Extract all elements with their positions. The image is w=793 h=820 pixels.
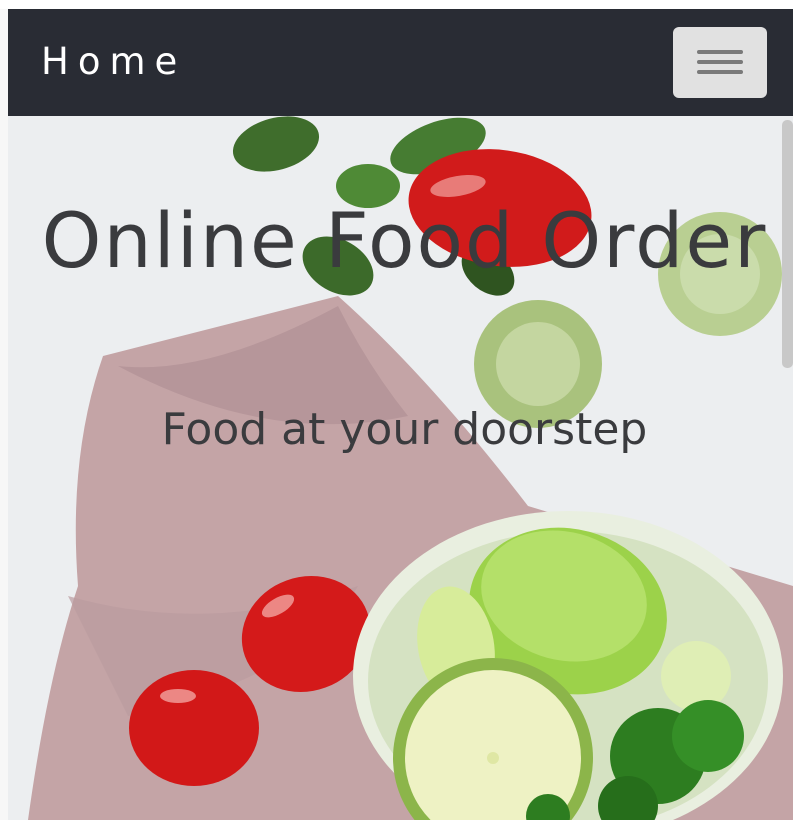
brussels-sprout-layer: [496, 322, 580, 406]
navbar-toggle-button[interactable]: [673, 27, 767, 98]
lime-slice-core: [487, 752, 499, 764]
hero-subtitle: Food at your doorstep: [161, 404, 648, 455]
scrollbar-thumb[interactable]: [782, 120, 793, 368]
window-left-edge: [0, 9, 8, 820]
hero-title: Online Food Order: [41, 196, 768, 285]
hamburger-menu-icon-bottom-bar: [697, 70, 743, 74]
cherry-tomato: [129, 670, 259, 786]
tomato-highlight: [160, 689, 196, 703]
hamburger-menu-icon-middle-bar: [697, 60, 743, 64]
window-top-edge: [0, 0, 793, 9]
parsley: [672, 700, 744, 772]
hamburger-menu-icon: [697, 50, 743, 54]
lime-slice-small: [661, 641, 731, 711]
hero-section: Online Food Order Food at your doorstep: [8, 116, 793, 820]
navbar: Home: [8, 9, 793, 116]
navbar-brand-home-link[interactable]: Home: [41, 39, 186, 85]
